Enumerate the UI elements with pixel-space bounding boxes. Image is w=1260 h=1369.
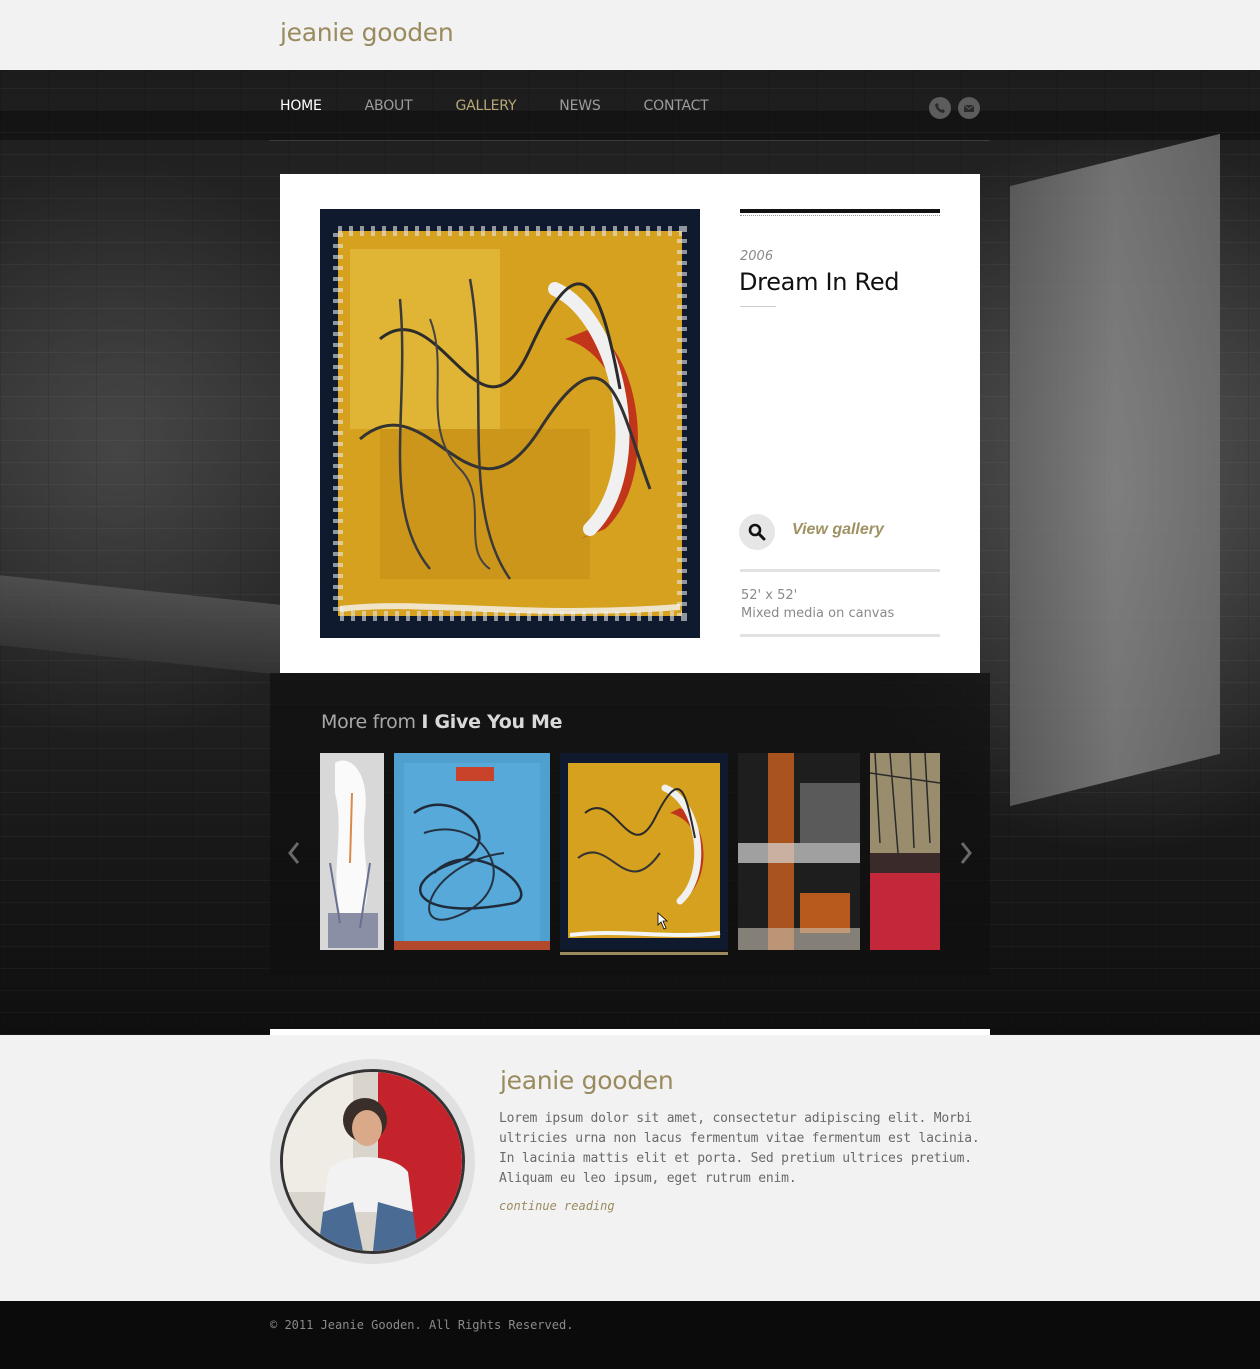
site-logo[interactable]: jeanie gooden [280,18,454,47]
artwork-medium: Mixed media on canvas [741,606,895,621]
nav-gallery[interactable]: GALLERY [455,98,516,114]
copyright-text: © 2011 Jeanie Gooden. All Rights Reserve… [270,1318,574,1332]
collection-name[interactable]: I Give You Me [421,711,562,733]
title-underline [740,306,776,307]
nav-home[interactable]: HOME [280,98,322,114]
view-gallery-link[interactable]: View gallery [792,521,884,539]
title-rule-dotted [740,215,940,216]
more-from-prefix: More from [321,711,422,733]
artwork-dimensions: 52' x 52' [741,588,798,603]
artwork-year: 2006 [740,249,774,264]
meta-divider-bottom [740,634,940,637]
artwork-title: Dream In Red [739,268,900,296]
magnifier-icon[interactable] [739,514,775,550]
nav-news[interactable]: NEWS [559,98,600,114]
meta-divider-top [740,569,940,572]
featured-artwork-card: 2006 Dream In Red View gallery 52' x 52'… [280,174,980,673]
thumbnail-4[interactable] [738,753,860,950]
prev-arrow-icon[interactable] [284,838,304,868]
more-from-strip: More from I Give You Me [270,673,990,975]
thumbnail-5[interactable] [870,753,940,950]
backdrop-canvas-panel [1010,133,1220,807]
next-arrow-icon[interactable] [956,838,976,868]
site-header: jeanie gooden [0,0,1260,70]
more-from-heading: More from I Give You Me [321,711,562,733]
nav-contact[interactable]: CONTACT [644,98,709,114]
thumbnail-selection-indicator [560,952,728,955]
mail-icon[interactable] [958,97,980,119]
continue-reading-link[interactable]: continue reading [499,1199,615,1213]
bio-top-border [270,1029,990,1035]
nav-divider [270,140,990,141]
bio-text: Lorem ipsum dolor sit amet, consectetur … [499,1111,980,1186]
artist-avatar[interactable] [280,1069,465,1254]
featured-artwork-image[interactable] [320,209,700,638]
title-rule-heavy [740,209,940,213]
thumbnail-2[interactable] [394,753,550,950]
thumbnail-1[interactable] [320,753,384,950]
nav-about[interactable]: ABOUT [365,98,413,114]
thumbnail-3-selected[interactable] [560,753,728,950]
main-nav: HOME ABOUT GALLERY NEWS CONTACT [280,98,752,114]
bio-name: jeanie gooden [500,1066,674,1095]
site-footer: © 2011 Jeanie Gooden. All Rights Reserve… [0,1301,1260,1369]
phone-icon[interactable] [929,97,951,119]
